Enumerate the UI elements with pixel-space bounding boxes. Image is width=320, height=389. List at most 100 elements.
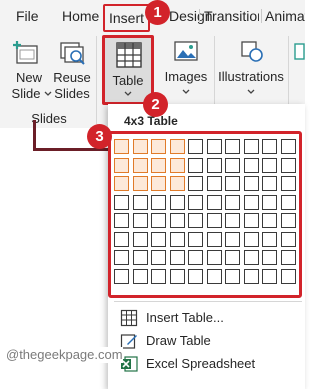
grid-cell[interactable] <box>262 250 277 265</box>
grid-cell[interactable] <box>188 176 203 191</box>
grid-cell[interactable] <box>170 213 185 228</box>
grid-cell-selected[interactable] <box>114 158 129 173</box>
grid-cell[interactable] <box>225 195 240 210</box>
draw-table-item[interactable]: Draw Table <box>114 330 302 352</box>
grid-cell[interactable] <box>188 250 203 265</box>
excel-spreadsheet-item[interactable]: Excel Spreadsheet <box>114 353 302 375</box>
chevron-down-icon <box>44 91 52 96</box>
grid-cell[interactable] <box>114 195 129 210</box>
grid-cell-selected[interactable] <box>133 158 148 173</box>
grid-cell[interactable] <box>170 250 185 265</box>
grid-cell[interactable] <box>281 158 296 173</box>
excel-spreadsheet-label: Excel Spreadsheet <box>146 356 256 371</box>
grid-cell[interactable] <box>188 195 203 210</box>
grid-cell[interactable] <box>170 232 185 247</box>
grid-cell[interactable] <box>151 195 166 210</box>
grid-cell[interactable] <box>281 213 296 228</box>
grid-cell[interactable] <box>262 232 277 247</box>
grid-cell-selected[interactable] <box>151 158 166 173</box>
grid-cell[interactable] <box>262 269 277 284</box>
grid-cell[interactable] <box>225 213 240 228</box>
grid-cell[interactable] <box>225 158 240 173</box>
grid-cell[interactable] <box>188 158 203 173</box>
grid-cell[interactable] <box>133 250 148 265</box>
grid-cell[interactable] <box>114 213 129 228</box>
grid-cell-selected[interactable] <box>170 158 185 173</box>
grid-cell[interactable] <box>207 158 222 173</box>
grid-cell[interactable] <box>225 269 240 284</box>
more-icon[interactable] <box>293 42 305 62</box>
grid-cell[interactable] <box>151 213 166 228</box>
grid-cell[interactable] <box>244 139 259 154</box>
grid-cell[interactable] <box>244 213 259 228</box>
grid-cell[interactable] <box>207 213 222 228</box>
grid-cell-selected[interactable] <box>170 176 185 191</box>
reuse-slides-icon <box>60 42 85 65</box>
grid-cell-selected[interactable] <box>151 176 166 191</box>
menu-divider <box>114 301 302 302</box>
grid-cell-selected[interactable] <box>114 139 129 154</box>
grid-cell[interactable] <box>188 139 203 154</box>
grid-cell-selected[interactable] <box>170 139 185 154</box>
tab-file[interactable]: File <box>16 6 39 26</box>
grid-cell[interactable] <box>244 158 259 173</box>
grid-cell-selected[interactable] <box>151 139 166 154</box>
insert-table-icon <box>120 309 138 327</box>
grid-cell[interactable] <box>225 250 240 265</box>
grid-cell[interactable] <box>244 250 259 265</box>
grid-cell[interactable] <box>188 213 203 228</box>
grid-cell[interactable] <box>188 269 203 284</box>
table-size-grid[interactable] <box>114 138 300 294</box>
reuse-slides-button[interactable]: Reuse Slides <box>52 36 92 106</box>
tab-home[interactable]: Home <box>62 6 99 26</box>
images-button[interactable]: Images <box>162 36 210 106</box>
grid-cell[interactable] <box>225 139 240 154</box>
grid-cell[interactable] <box>151 250 166 265</box>
grid-cell[interactable] <box>244 195 259 210</box>
tab-transitions[interactable]: Transitions <box>204 6 259 26</box>
grid-cell[interactable] <box>281 269 296 284</box>
grid-cell[interactable] <box>262 176 277 191</box>
grid-cell-selected[interactable] <box>133 176 148 191</box>
grid-cell[interactable] <box>207 269 222 284</box>
grid-cell[interactable] <box>114 250 129 265</box>
grid-cell[interactable] <box>281 250 296 265</box>
grid-cell[interactable] <box>114 232 129 247</box>
grid-cell[interactable] <box>225 176 240 191</box>
grid-cell[interactable] <box>133 269 148 284</box>
grid-cell[interactable] <box>244 269 259 284</box>
grid-cell[interactable] <box>262 213 277 228</box>
grid-cell-selected[interactable] <box>114 176 129 191</box>
grid-cell[interactable] <box>170 195 185 210</box>
grid-cell[interactable] <box>225 232 240 247</box>
grid-cell[interactable] <box>207 232 222 247</box>
grid-cell[interactable] <box>244 232 259 247</box>
grid-cell[interactable] <box>170 269 185 284</box>
tab-insert[interactable]: Insert <box>103 4 151 32</box>
grid-cell[interactable] <box>207 139 222 154</box>
grid-cell[interactable] <box>207 176 222 191</box>
illustrations-button[interactable]: Illustrations <box>218 36 284 106</box>
insert-table-item[interactable]: Insert Table... <box>114 307 302 329</box>
grid-cell[interactable] <box>281 176 296 191</box>
tab-animations[interactable]: Animations <box>265 6 305 26</box>
grid-cell[interactable] <box>281 232 296 247</box>
grid-cell-selected[interactable] <box>133 139 148 154</box>
grid-cell[interactable] <box>151 232 166 247</box>
grid-cell[interactable] <box>151 269 166 284</box>
grid-cell[interactable] <box>262 158 277 173</box>
grid-cell[interactable] <box>114 269 129 284</box>
grid-cell[interactable] <box>244 176 259 191</box>
grid-cell[interactable] <box>133 213 148 228</box>
grid-cell[interactable] <box>262 195 277 210</box>
grid-cell[interactable] <box>281 139 296 154</box>
grid-cell[interactable] <box>133 232 148 247</box>
grid-cell[interactable] <box>262 139 277 154</box>
images-label: Images <box>164 69 208 84</box>
grid-cell[interactable] <box>207 195 222 210</box>
grid-cell[interactable] <box>188 232 203 247</box>
new-slide-button[interactable]: New Slide <box>6 36 52 106</box>
grid-cell[interactable] <box>281 195 296 210</box>
grid-cell[interactable] <box>207 250 222 265</box>
grid-cell[interactable] <box>133 195 148 210</box>
